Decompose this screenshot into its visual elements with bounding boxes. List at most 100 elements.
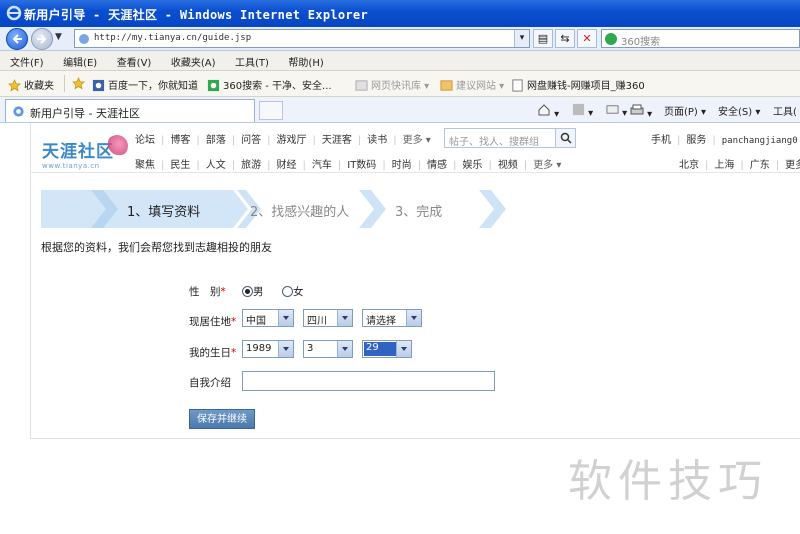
ie-logo-icon [6,5,22,21]
new-tab-button[interactable] [259,101,283,120]
menu-tools[interactable]: 工具(T) [235,51,269,69]
fav-link-wangpan[interactable]: 网盘赚钱-网赚项目_赚360 [511,77,645,92]
region-link[interactable]: 广东 [750,160,770,171]
region-link[interactable]: 更多 [785,160,800,171]
tab-bar: 新用户引导 - 天涯社区 ▾ ▾ ▾ ▾ 页面(P) ▾ 安全(S) ▾ 工具( [0,97,800,123]
service-link[interactable]: 服务 [686,135,706,146]
channel-link[interactable]: 民生 [170,160,190,171]
step-3-label: 3、完成 [395,205,443,220]
tab-active[interactable]: 新用户引导 - 天涯社区 [5,99,255,122]
star-icon [8,79,21,92]
gender-female-option[interactable]: 女 [282,284,304,299]
arrow-left-icon [12,34,22,44]
channel-link[interactable]: 聚焦 [135,160,155,171]
home-button[interactable]: ▾ [537,103,559,120]
chevron-down-icon [337,310,352,326]
forward-button[interactable] [31,28,53,50]
url-text[interactable]: http://my.tianya.cn/guide.jsp [94,33,251,43]
menu-help[interactable]: 帮助(H) [288,51,323,69]
mobile-link[interactable]: 手机 [651,135,671,146]
username-link[interactable]: panchangjiang0 [722,136,798,146]
baidu-icon [92,79,105,92]
feeds-button[interactable]: ▾ [572,103,593,119]
menu-edit[interactable]: 编辑(E) [63,51,97,69]
site-search-button[interactable] [555,129,575,147]
nav-link[interactable]: 游戏厅 [277,135,307,146]
fav-link-baidu[interactable]: 百度一下，你就知道 [92,77,198,92]
print-button[interactable]: ▾ [630,103,652,120]
home-icon [538,104,550,116]
save-continue-button[interactable]: 保存并继续 [189,409,255,429]
back-button[interactable] [6,28,28,50]
nav-more[interactable]: 更多 ▾ [403,135,431,146]
page-menu[interactable]: 页面(P) ▾ [664,103,706,118]
suggested-sites[interactable]: 建议网站 ▾ [440,77,504,92]
region-link[interactable]: 北京 [679,160,699,171]
fav-label: 百度一下，你就知道 [108,81,198,92]
birthday-label-text: 我的生日 [189,347,231,359]
site-search-input[interactable]: 帖子、找人、搜群组 [444,128,576,148]
intro-text: 根据您的资料，我们会帮您找到志趣相投的朋友 [41,241,272,254]
chevron-down-icon [396,341,411,357]
chevron-down-icon [406,310,421,326]
ie-page-icon [13,106,24,117]
gender-male-option[interactable]: 男 [242,284,264,299]
channel-link[interactable]: 财经 [277,160,297,171]
province-select[interactable]: 四川 [303,309,353,327]
country-select[interactable]: 中国 [242,309,294,327]
birthday-label: 我的生日* [189,345,236,360]
web-slice-gallery[interactable]: 网页快讯库 ▾ [355,77,429,92]
fav-link-360[interactable]: 360搜索 - 干净、安全... [207,77,332,92]
about-input[interactable] [242,371,495,391]
radio-female[interactable] [282,286,293,297]
tools-menu[interactable]: 工具( [773,103,797,118]
step-1-label: 1、填写资料 [127,205,201,220]
channel-link[interactable]: 旅游 [241,160,261,171]
channel-link[interactable]: IT数码 [347,160,376,171]
menu-favorites[interactable]: 收藏夹(A) [171,51,216,69]
channel-link[interactable]: 汽车 [312,160,332,171]
site-search-placeholder: 帖子、找人、搜群组 [449,137,539,148]
page-icon [79,34,89,44]
search-box[interactable]: 360搜索 [601,29,800,48]
channel-link[interactable]: 情感 [427,160,447,171]
refresh-button[interactable]: ⇆ [555,29,575,48]
year-select[interactable]: 1989 [242,340,294,358]
address-bar[interactable]: http://my.tianya.cn/guide.jsp ▾ [74,29,530,48]
month-select[interactable]: 3 [303,340,353,358]
safety-menu[interactable]: 安全(S) ▾ [718,103,760,118]
add-favorite-button[interactable] [72,77,88,90]
nav-link[interactable]: 论坛 [135,135,155,146]
radio-male[interactable] [242,286,253,297]
day-select[interactable]: 29 [362,340,412,358]
read-mail-button[interactable]: ▾ [606,103,627,119]
stop-button[interactable]: ✕ [577,29,597,48]
nav-link[interactable]: 读书 [367,135,387,146]
region-link[interactable]: 上海 [714,160,734,171]
nav-link[interactable]: 博客 [170,135,190,146]
mail-icon [606,105,619,114]
nav-link[interactable]: 部落 [206,135,226,146]
channel-link[interactable]: 娱乐 [462,160,482,171]
channel-link[interactable]: 时尚 [392,160,412,171]
nav-link[interactable]: 天涯客 [322,135,352,146]
year-value: 1989 [246,343,272,354]
channel-link[interactable]: 人文 [206,160,226,171]
site-logo[interactable]: 天涯社区 www.tianya.cn [42,135,128,170]
nav-link[interactable]: 问答 [241,135,261,146]
gender-label-text: 性 别 [189,286,221,298]
360-icon [207,79,220,92]
province-value: 四川 [307,316,327,327]
channel-more[interactable]: 更多 ▾ [533,160,561,171]
tab-title: 新用户引导 - 天涯社区 [30,107,140,120]
history-dropdown[interactable]: ▼ [55,32,62,42]
about-label: 自我介绍 [189,377,231,389]
address-dropdown[interactable]: ▾ [514,30,529,47]
compat-view-button[interactable]: ▤ [533,29,553,48]
required-mark: * [231,347,237,359]
channel-link[interactable]: 视频 [498,160,518,171]
menu-view[interactable]: 查看(V) [117,51,152,69]
city-select[interactable]: 请选择 [362,309,422,327]
favorites-button[interactable]: 收藏夹 [8,77,54,92]
menu-file[interactable]: 文件(F) [10,51,44,69]
